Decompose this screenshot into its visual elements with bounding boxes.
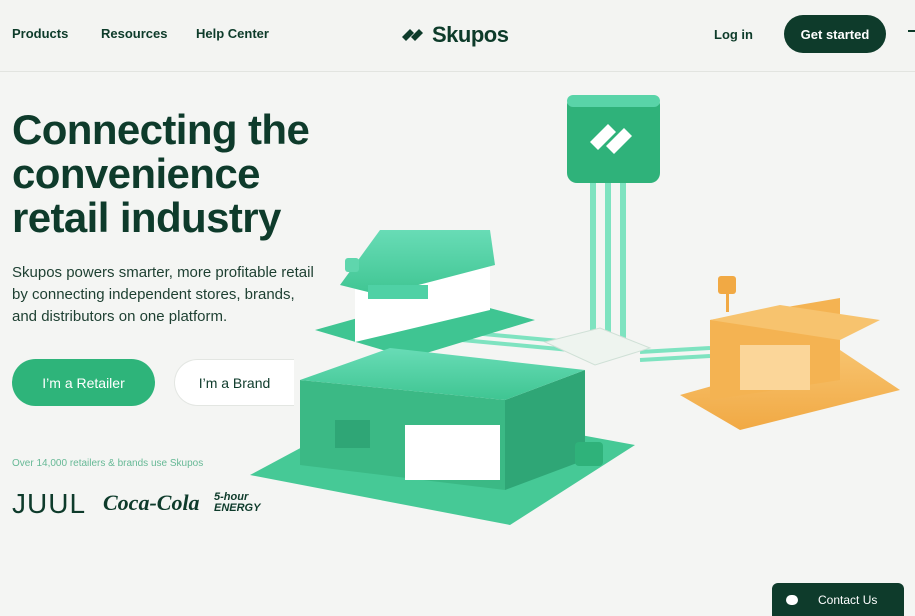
skupos-logo-icon	[402, 29, 423, 41]
retailer-button[interactable]: I’m a Retailer	[12, 359, 155, 406]
logo-text: Skupos	[432, 22, 509, 47]
juul-logo: JUUL	[12, 488, 87, 519]
nav-help-center[interactable]: Help Center	[196, 26, 269, 41]
social-proof-text: Over 14,000 retailers & brands use Skupo…	[12, 458, 204, 469]
chat-bubble-icon	[786, 594, 798, 605]
menu-icon[interactable]	[908, 30, 915, 40]
nav-resources[interactable]: Resources	[101, 26, 167, 41]
contact-us-chat-widget[interactable]: Contact Us	[772, 583, 904, 616]
small-store	[315, 230, 535, 358]
skupos-logo[interactable]: Skupos	[400, 20, 509, 50]
coca-cola-logo: Coca-Cola	[103, 490, 200, 515]
top-navigation: Products Resources Help Center Skupos Lo…	[0, 0, 915, 72]
central-hub-sign	[567, 95, 660, 348]
get-started-button[interactable]: Get started	[784, 15, 886, 53]
orange-store	[680, 276, 900, 430]
nav-products[interactable]: Products	[12, 26, 68, 41]
large-store	[250, 348, 635, 525]
contact-us-label: Contact Us	[818, 592, 878, 607]
login-link[interactable]: Log in	[714, 27, 753, 42]
network-illustration	[250, 95, 900, 525]
